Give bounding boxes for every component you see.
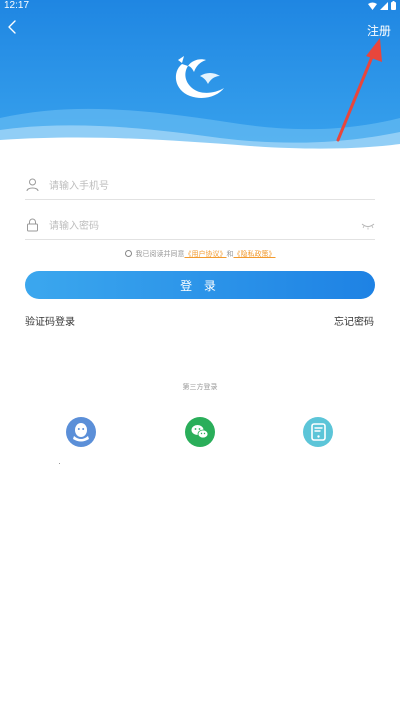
password-input[interactable] bbox=[49, 214, 349, 238]
signal-icon bbox=[380, 1, 388, 10]
lock-icon bbox=[27, 218, 38, 232]
agreement-radio[interactable] bbox=[124, 250, 132, 257]
status-icons bbox=[368, 1, 396, 10]
third-party-label: 第三方登录 bbox=[182, 383, 218, 391]
stray-dot bbox=[59, 463, 60, 464]
user-icon bbox=[26, 178, 39, 192]
qq-icon bbox=[73, 423, 89, 442]
privacy-policy-link[interactable]: 《隐私政策》 bbox=[234, 250, 276, 258]
password-field bbox=[25, 212, 375, 240]
back-arrow-icon[interactable] bbox=[4, 18, 22, 36]
wechat-icon bbox=[191, 425, 209, 439]
status-bar: 12:17 bbox=[0, 0, 400, 14]
eye-closed-icon[interactable] bbox=[361, 221, 375, 231]
user-agreement-link[interactable]: 《用户协议》 bbox=[185, 250, 227, 258]
register-link[interactable]: 注册 bbox=[367, 22, 391, 39]
agreement-prefix: 我已阅读并同意 bbox=[135, 250, 185, 258]
login-button[interactable]: 登 录 bbox=[25, 271, 375, 299]
agreement-row: 我已阅读并同意《用户协议》和《隐私政策》 bbox=[0, 249, 400, 259]
wifi-icon bbox=[368, 2, 377, 10]
agreement-and: 和 bbox=[226, 250, 234, 258]
header-banner: 12:17 注册 bbox=[0, 0, 400, 160]
battery-icon bbox=[391, 1, 396, 10]
sms-login-link[interactable]: 验证码登录 bbox=[25, 313, 75, 328]
qq-login-button[interactable] bbox=[66, 417, 96, 447]
forgot-password-link[interactable]: 忘记密码 bbox=[334, 313, 374, 328]
wechat-login-button[interactable] bbox=[185, 417, 215, 447]
phone-login-button[interactable] bbox=[303, 417, 333, 447]
phone-field bbox=[25, 172, 375, 200]
app-logo bbox=[175, 56, 224, 99]
status-time: 12:17 bbox=[4, 0, 30, 11]
phone-icon bbox=[311, 423, 326, 441]
phone-input[interactable] bbox=[49, 174, 349, 198]
